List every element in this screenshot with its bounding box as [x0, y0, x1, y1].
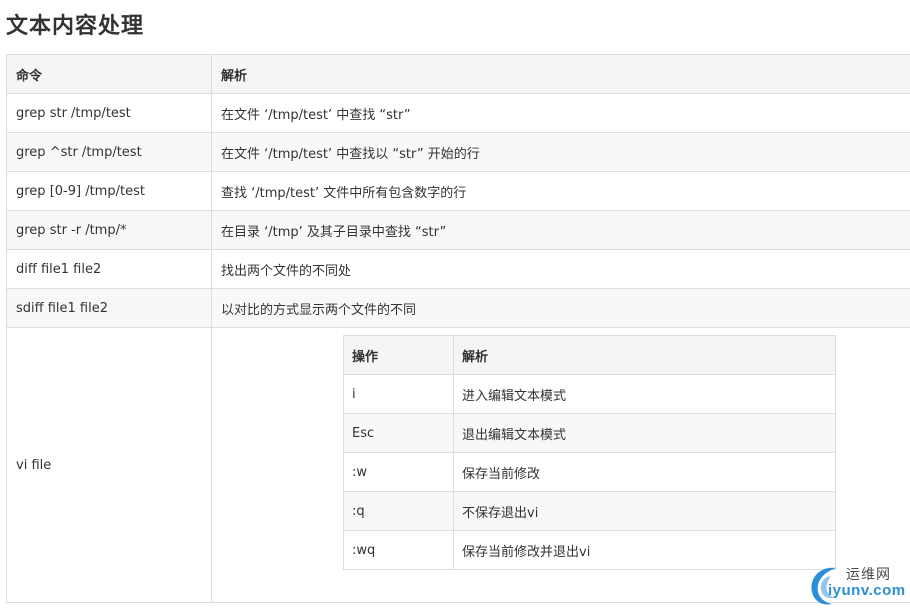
vi-table-header-row: 操作 解析: [343, 335, 836, 375]
watermark-domain: iyunv.com: [828, 582, 906, 599]
description-cell: 查找 ‘/tmp/test’ 文件中所有包含数字的行: [211, 171, 910, 211]
command-cell: grep str -r /tmp/*: [6, 210, 212, 250]
description-cell: 在文件 ‘/tmp/test’ 中查找 “str”: [211, 93, 910, 133]
command-cell: diff file1 file2: [6, 249, 212, 289]
description-cell: 保存当前修改并退出vi: [453, 530, 836, 570]
operation-cell: Esc: [343, 413, 454, 453]
vi-table-row: i 进入编辑文本模式: [343, 374, 836, 414]
table-row: grep [0-9] /tmp/test 查找 ‘/tmp/test’ 文件中所…: [6, 171, 910, 211]
table-row-vi: vi file 操作 解析 i 进入编辑文本模式 Esc 退出编辑文本模式:w…: [6, 327, 910, 603]
vi-table-row: :q 不保存退出vi: [343, 491, 836, 531]
vi-table-row: :wq 保存当前修改并退出vi: [343, 530, 836, 570]
description-cell: 退出编辑文本模式: [453, 413, 836, 453]
command-cell: sdiff file1 file2: [6, 288, 212, 328]
header-command: 命令: [6, 54, 212, 94]
description-cell: 不保存退出vi: [453, 491, 836, 531]
header-description: 解析: [453, 335, 836, 375]
table-row: grep str /tmp/test 在文件 ‘/tmp/test’ 中查找 “…: [6, 93, 910, 133]
description-cell: 进入编辑文本模式: [453, 374, 836, 414]
table-header-row: 命令 解析: [6, 54, 910, 94]
watermark-name: 运维网: [846, 567, 891, 583]
command-cell: grep ^str /tmp/test: [6, 132, 212, 172]
command-cell: grep [0-9] /tmp/test: [6, 171, 212, 211]
description-cell: 以对比的方式显示两个文件的不同: [211, 288, 910, 328]
operation-cell: i: [343, 374, 454, 414]
commands-table: 命令 解析 grep str /tmp/test 在文件 ‘/tmp/test’…: [6, 54, 910, 603]
table-row: grep str -r /tmp/* 在目录 ‘/tmp’ 及其子目录中查找 “…: [6, 210, 910, 250]
operation-cell: :w: [343, 452, 454, 492]
vi-table-row: Esc 退出编辑文本模式: [343, 413, 836, 453]
page-title: 文本内容处理: [6, 14, 145, 39]
description-cell: 在目录 ‘/tmp’ 及其子目录中查找 “str”: [211, 210, 910, 250]
operation-cell: :q: [343, 491, 454, 531]
vi-operations-table: 操作 解析 i 进入编辑文本模式 Esc 退出编辑文本模式:w 保存当前修改 …: [343, 335, 836, 570]
description-cell: 保存当前修改: [453, 452, 836, 492]
description-cell: 在文件 ‘/tmp/test’ 中查找以 “str” 开始的行: [211, 132, 910, 172]
description-cell: 找出两个文件的不同处: [211, 249, 910, 289]
vi-table-row: :w 保存当前修改: [343, 452, 836, 492]
command-cell: grep str /tmp/test: [6, 93, 212, 133]
table-row: diff file1 file2 找出两个文件的不同处: [6, 249, 910, 289]
table-row: sdiff file1 file2 以对比的方式显示两个文件的不同: [6, 288, 910, 328]
header-description: 解析: [211, 54, 910, 94]
watermark-logo: 运维网 iyunv.com: [806, 562, 910, 608]
header-operation: 操作: [343, 335, 454, 375]
operation-cell: :wq: [343, 530, 454, 570]
command-cell: vi file: [6, 327, 212, 603]
table-row: grep ^str /tmp/test 在文件 ‘/tmp/test’ 中查找以…: [6, 132, 910, 172]
